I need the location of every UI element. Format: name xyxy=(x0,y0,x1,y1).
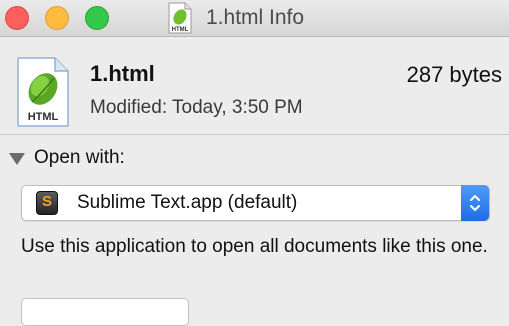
close-button[interactable] xyxy=(5,6,29,30)
file-header: HTML 1.html 287 bytes Modified: Today, 3… xyxy=(0,37,509,135)
html-document-icon: HTML xyxy=(168,2,192,34)
window-title: 1.html Info xyxy=(206,6,305,29)
svg-text:HTML: HTML xyxy=(28,111,59,123)
modified-date: Modified: Today, 3:50 PM xyxy=(90,97,303,118)
minimize-button[interactable] xyxy=(45,6,69,30)
svg-text:HTML: HTML xyxy=(172,27,189,33)
application-select[interactable]: S Sublime Text.app (default) xyxy=(21,185,490,221)
change-all-button[interactable] xyxy=(21,298,189,326)
open-with-label: Open with: xyxy=(34,147,125,168)
zoom-button[interactable] xyxy=(85,6,109,30)
file-size: 287 bytes xyxy=(406,62,502,87)
title-bar[interactable]: HTML 1.html Info xyxy=(0,0,509,37)
selected-application: Sublime Text.app (default) xyxy=(77,192,298,213)
open-with-description: Use this application to open all documen… xyxy=(21,236,488,257)
file-icon: HTML xyxy=(17,57,69,127)
file-name: 1.html xyxy=(90,61,155,86)
sublime-text-app-icon: S xyxy=(36,191,58,215)
select-stepper[interactable] xyxy=(461,185,489,221)
chevron-up-down-icon xyxy=(470,195,480,211)
disclosure-triangle-icon[interactable] xyxy=(9,153,25,165)
open-with-disclosure[interactable]: Open with: xyxy=(9,147,179,173)
